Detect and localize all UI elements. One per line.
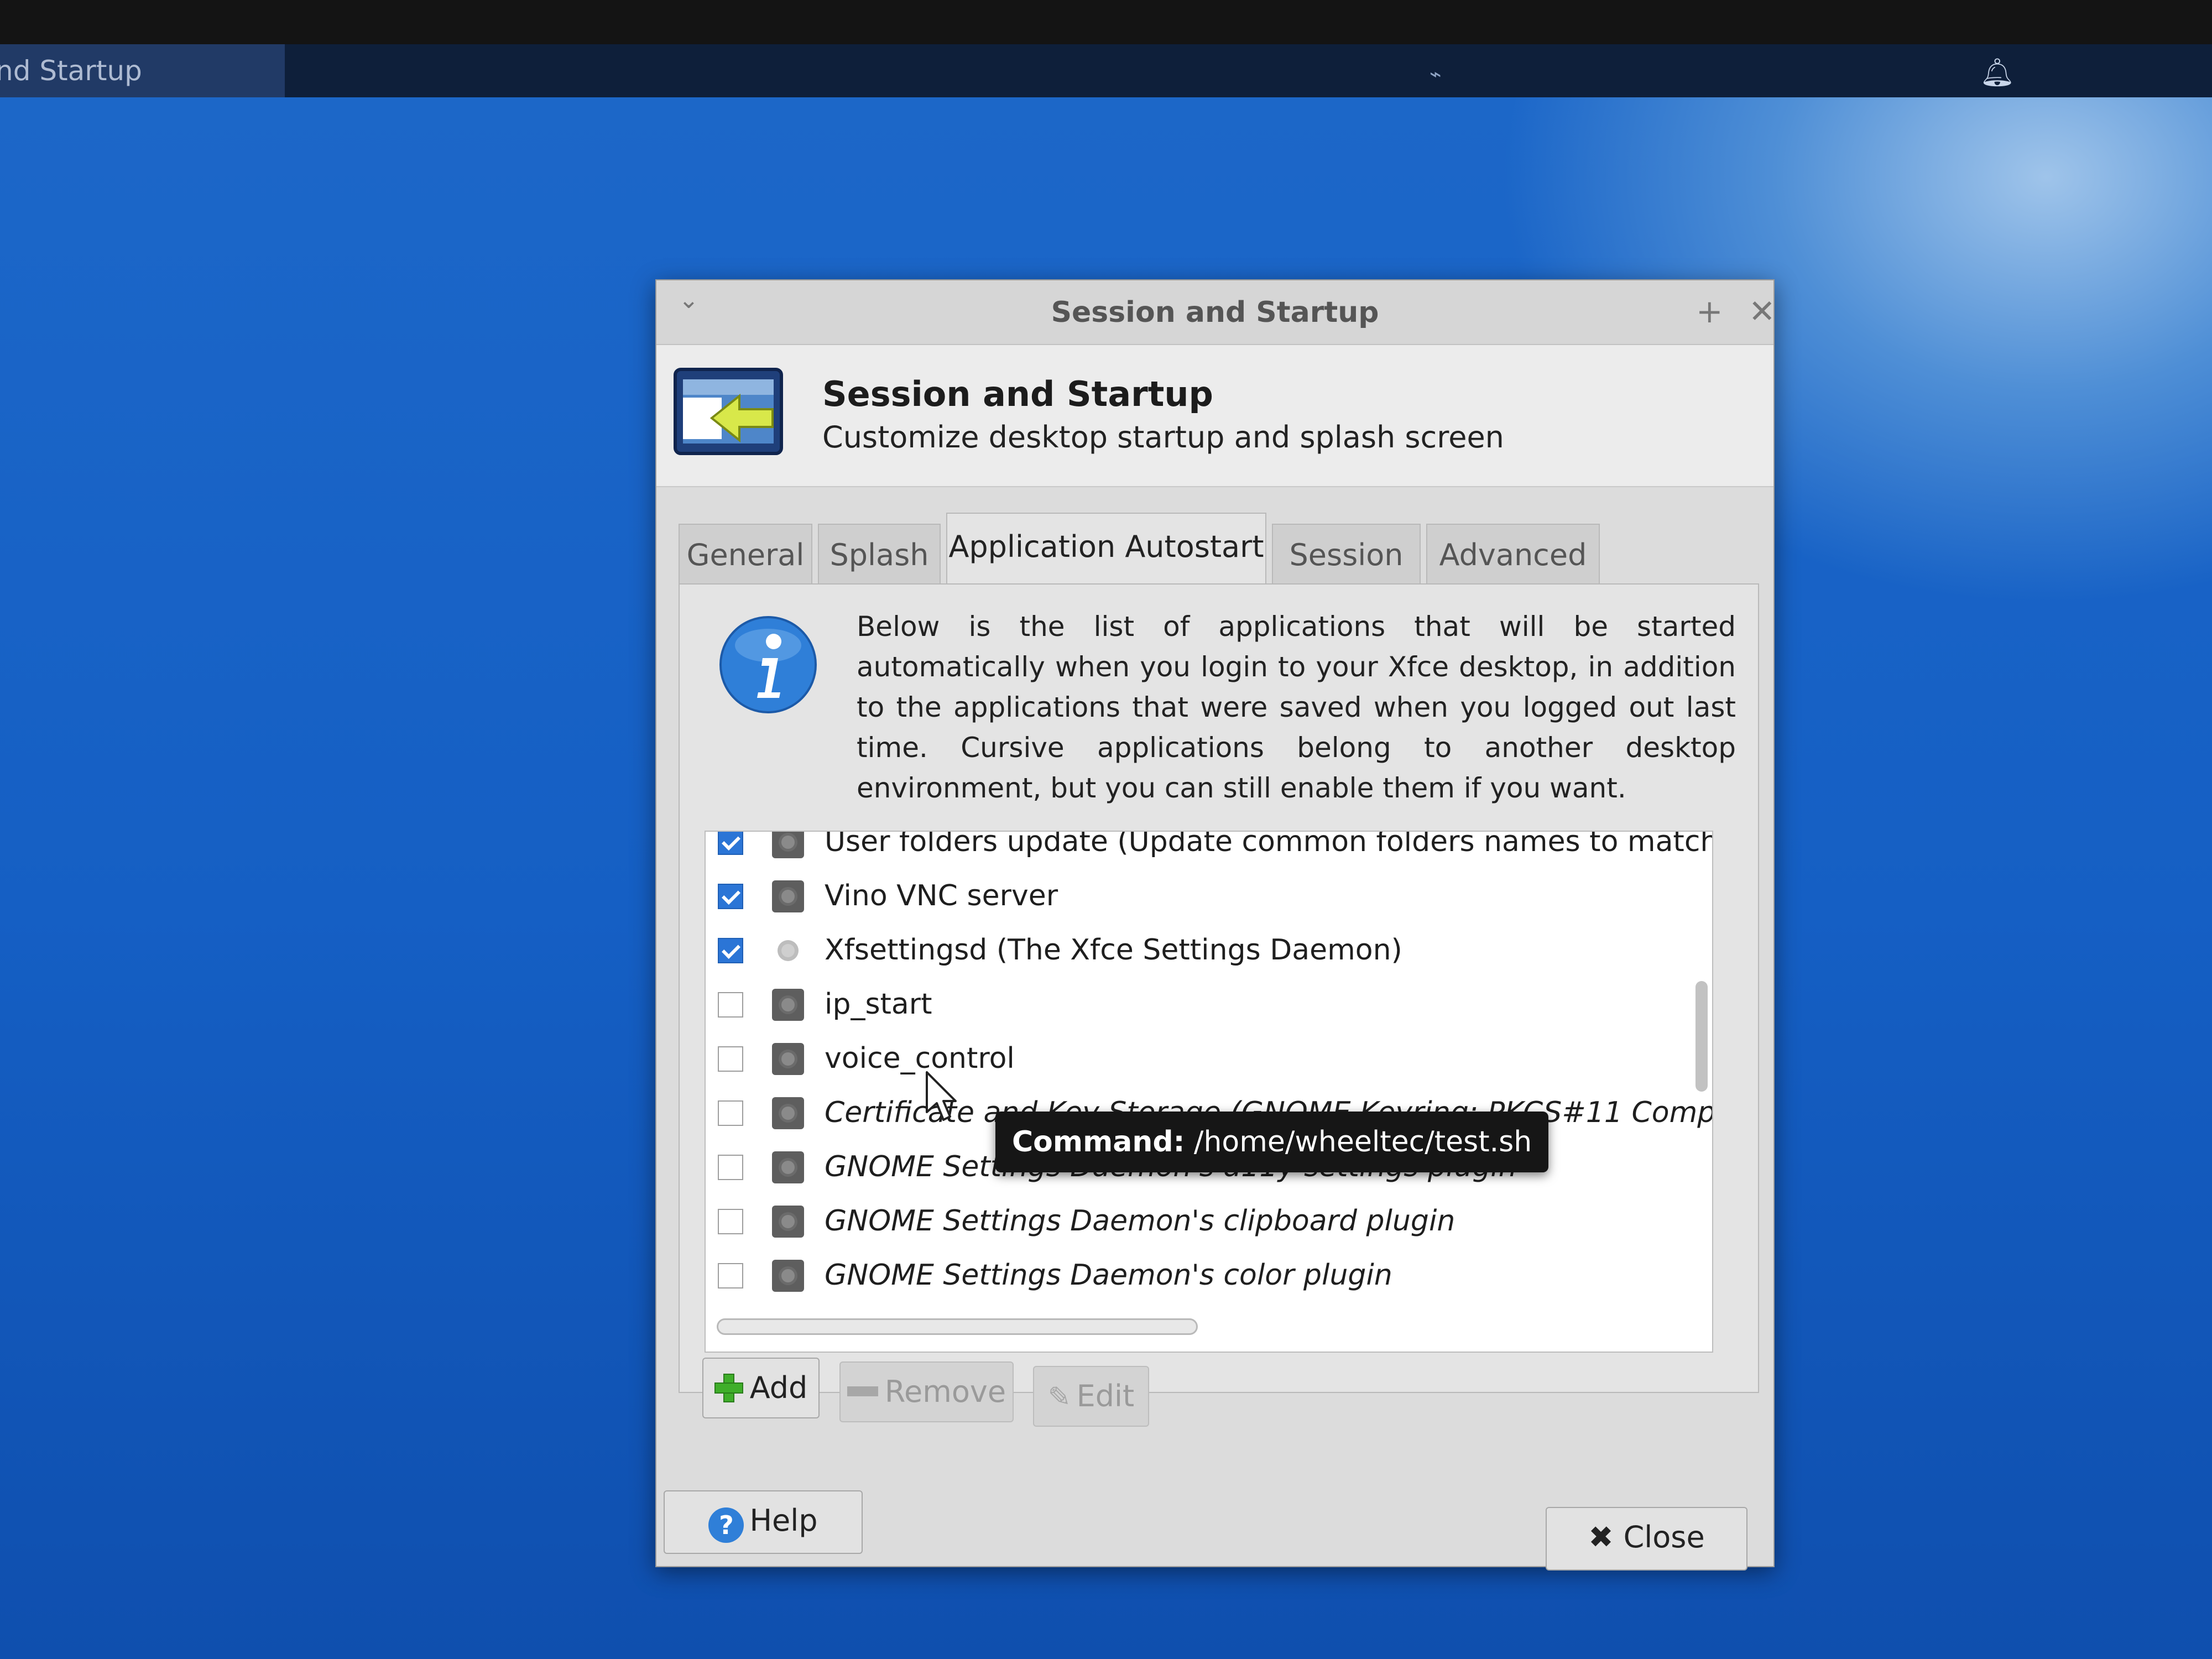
application-icon (772, 880, 804, 912)
remove-button[interactable]: Remove (839, 1361, 1014, 1422)
list-item[interactable]: GNOME Settings Daemon's color plugin (706, 1249, 1690, 1303)
help-button-label: Help (749, 1503, 818, 1538)
taskbar: nd Startup ⌁ 🔔︎ (0, 44, 2212, 97)
autostart-checkbox[interactable] (718, 1100, 743, 1126)
add-button-label: Add (749, 1370, 808, 1405)
autostart-panel: Below is the list of applications that w… (679, 583, 1759, 1393)
pencil-icon: ✎ (1047, 1381, 1071, 1413)
application-icon (772, 1097, 804, 1129)
list-item[interactable]: User folders update (Update common folde… (706, 832, 1712, 869)
application-icon (772, 1260, 804, 1292)
application-icon (772, 1151, 804, 1183)
list-item-label: voice_control (825, 1042, 1015, 1075)
screen-bezel (0, 0, 2212, 50)
list-item-label: GNOME Settings Daemon's clipboard plugin (825, 1204, 1455, 1238)
autostart-checkbox[interactable] (718, 1209, 743, 1234)
remove-icon (847, 1386, 878, 1396)
tab-session[interactable]: Session (1272, 524, 1421, 586)
tab-advanced[interactable]: Advanced (1426, 524, 1600, 586)
vertical-scrollbar[interactable] (1695, 981, 1708, 1092)
info-description: Below is the list of applications that w… (857, 611, 1736, 804)
list-item-label: User folders update (Update common folde… (825, 831, 1713, 858)
list-item-label: ip_start (825, 988, 932, 1021)
autostart-checkbox[interactable] (718, 884, 743, 909)
application-icon (772, 1043, 804, 1075)
session-startup-dialog: ⌄ Session and Startup + ✕ Session and St… (655, 279, 1776, 1567)
add-button[interactable]: Add (702, 1358, 820, 1418)
tooltip-label: Command: (1012, 1125, 1185, 1159)
autostart-checkbox[interactable] (718, 992, 743, 1018)
help-button[interactable]: ? Help (664, 1490, 863, 1554)
tooltip-command: /home/wheeltec/test.sh (1193, 1125, 1532, 1159)
gear-icon (772, 935, 804, 967)
add-icon (714, 1374, 743, 1402)
autostart-checkbox[interactable] (718, 1263, 743, 1288)
title-bar[interactable]: ⌄ Session and Startup + ✕ (656, 280, 1776, 345)
dialog-header: Session and Startup Customize desktop st… (656, 345, 1773, 487)
list-item[interactable]: Xfsettingsd (The Xfce Settings Daemon) (706, 924, 1690, 978)
window-title: Session and Startup (1051, 296, 1379, 329)
autostart-checkbox[interactable] (718, 1046, 743, 1072)
command-tooltip: Command: /home/wheeltec/test.sh (995, 1112, 1549, 1172)
list-item[interactable]: voice_control (706, 1032, 1690, 1086)
application-icon (772, 989, 804, 1021)
help-icon: ? (708, 1507, 744, 1543)
header-title: Session and Startup (822, 374, 1213, 414)
session-startup-icon (674, 368, 783, 455)
maximize-icon[interactable]: + (1696, 293, 1723, 330)
list-item-label: Xfsettingsd (The Xfce Settings Daemon) (825, 933, 1402, 967)
mouse-cursor-icon (926, 1071, 957, 1121)
application-icon (772, 832, 804, 858)
list-item-label: GNOME Settings Daemon's color plugin (825, 1259, 1392, 1292)
tab-general[interactable]: General (679, 524, 812, 586)
list-item[interactable]: Vino VNC server (706, 869, 1690, 924)
tab-bar: General Splash Application Autostart Ses… (679, 513, 1762, 586)
autostart-checkbox[interactable] (718, 938, 743, 963)
notification-bell-icon[interactable]: 🔔︎ (1980, 56, 2015, 89)
edit-button[interactable]: ✎ Edit (1033, 1366, 1149, 1427)
autostart-list[interactable]: User folders update (Update common folde… (705, 831, 1713, 1353)
close-button[interactable]: ✖ Close (1546, 1507, 1747, 1571)
close-icon: ✖ (1588, 1520, 1614, 1554)
application-icon (772, 1206, 804, 1238)
taskbar-window-button[interactable]: nd Startup (0, 44, 285, 97)
tab-splash[interactable]: Splash (818, 524, 941, 586)
network-icon[interactable]: ⌁ (1430, 63, 1442, 86)
autostart-checkbox[interactable] (718, 1155, 743, 1180)
horizontal-scrollbar[interactable] (717, 1318, 1198, 1335)
autostart-checkbox[interactable] (718, 832, 743, 855)
close-button-label: Close (1623, 1520, 1705, 1554)
list-item[interactable]: ip_start (706, 978, 1690, 1032)
list-item[interactable]: GNOME Settings Daemon's clipboard plugin (706, 1194, 1690, 1249)
edit-button-label: Edit (1076, 1379, 1135, 1413)
info-icon (719, 616, 817, 713)
remove-button-label: Remove (884, 1374, 1006, 1409)
header-subtitle: Customize desktop startup and splash scr… (822, 420, 1504, 455)
close-window-icon[interactable]: ✕ (1749, 293, 1776, 330)
list-item-label: Vino VNC server (825, 879, 1058, 912)
tab-application-autostart[interactable]: Application Autostart (946, 513, 1266, 586)
